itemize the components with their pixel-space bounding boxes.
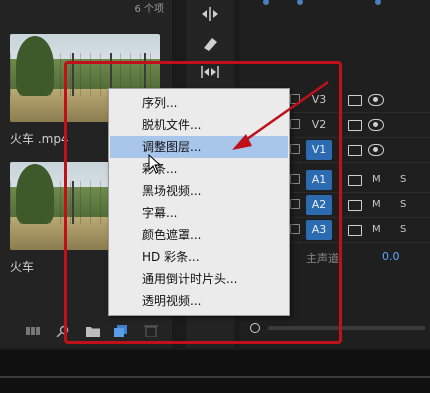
- solo-button[interactable]: S: [400, 170, 406, 190]
- mouse-cursor-icon: [148, 154, 162, 174]
- mute-button[interactable]: M: [372, 195, 381, 215]
- timeline-header-markers: [263, 0, 381, 5]
- mute-button[interactable]: M: [372, 170, 381, 190]
- solo-button[interactable]: S: [400, 220, 406, 240]
- razor-icon[interactable]: [200, 36, 220, 52]
- annotation-arrow-icon: [232, 80, 329, 150]
- master-volume-value[interactable]: 0.0: [382, 250, 400, 263]
- sync-lock-icon[interactable]: [348, 120, 362, 131]
- sync-lock-icon[interactable]: [348, 200, 362, 211]
- sync-lock-icon[interactable]: [348, 95, 362, 106]
- sync-lock-icon[interactable]: [348, 175, 362, 186]
- eye-icon[interactable]: [368, 144, 384, 156]
- clip-label-1: 火车 .mp4: [10, 132, 69, 146]
- solo-button[interactable]: S: [400, 195, 406, 215]
- sync-lock-icon[interactable]: [348, 145, 362, 156]
- eye-icon[interactable]: [368, 94, 384, 106]
- sync-lock-icon[interactable]: [348, 225, 362, 236]
- list-view-icon[interactable]: [26, 322, 40, 335]
- item-count: 6 个项: [134, 4, 164, 15]
- ripple-edit-icon[interactable]: [200, 6, 220, 22]
- clip-label-2: 火车: [10, 260, 35, 274]
- divider: [0, 376, 430, 378]
- mute-button[interactable]: M: [372, 220, 381, 240]
- bottom-strip: [0, 350, 430, 393]
- eye-icon[interactable]: [368, 119, 384, 131]
